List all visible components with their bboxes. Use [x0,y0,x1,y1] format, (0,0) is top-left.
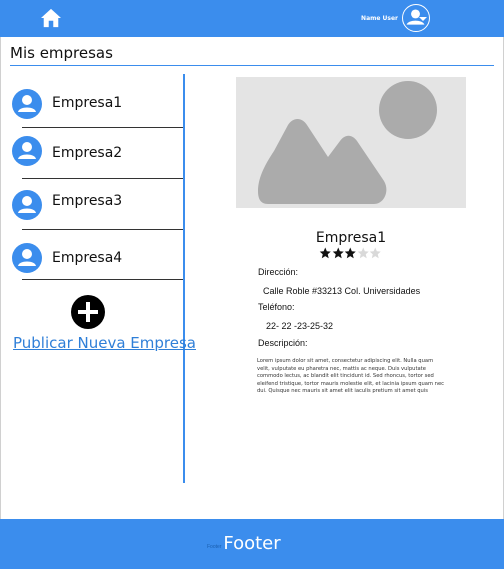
star-filled-icon [344,247,356,259]
phone-label: Teléfono: [258,302,295,312]
plus-circle-icon[interactable] [71,295,105,329]
company-item[interactable]: Empresa3 [0,184,184,234]
image-placeholder-icon [236,77,466,208]
footer: Footer Footer [0,519,504,569]
user-circle-icon [12,89,42,119]
star-empty-icon [357,247,369,259]
star-empty-icon [369,247,381,259]
description-label: Descripción: [258,338,308,348]
list-divider [22,178,184,179]
user-circle-icon [12,136,42,166]
title-divider [10,65,494,66]
caret-down-icon[interactable] [419,9,427,21]
phone-value: 22- 22 -23-25-32 [266,321,334,331]
address-value: Calle Roble #33213 Col. Universidades [263,286,421,296]
company-item[interactable]: Empresa4 [0,238,184,288]
footer-label: Footer [223,533,281,554]
address-label: Dirección: [258,267,299,277]
company-label: Empresa4 [52,250,123,266]
list-divider [22,127,184,128]
description-text: Lorem ipsum dolor sit amet, consectetur … [257,358,444,395]
top-navbar: Name User [0,0,504,37]
list-divider [22,229,184,230]
company-label: Empresa3 [52,193,123,209]
user-circle-icon [12,243,42,273]
user-circle-icon [12,190,42,220]
list-divider [22,279,184,280]
vertical-divider [183,74,185,483]
company-label: Empresa1 [52,95,123,111]
star-filled-icon [332,247,344,259]
user-name: Name User [361,14,398,22]
home-icon[interactable] [40,8,62,28]
star-filled-icon [319,247,331,259]
rating-stars [319,247,382,260]
detail-company-name: Empresa1 [315,230,387,246]
page-title: Mis empresas [10,44,113,62]
company-item[interactable]: Empresa2 [0,133,184,183]
publish-company-link[interactable]: Publicar Nueva Empresa [13,334,196,352]
company-label: Empresa2 [52,145,123,161]
